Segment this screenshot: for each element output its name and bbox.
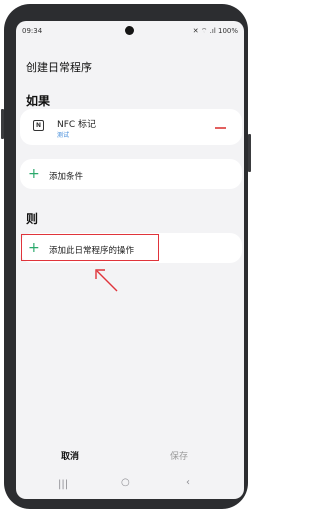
- status-bar: 09:34 ✕ ⌔ .ıl 100%: [16, 21, 244, 39]
- recents-icon[interactable]: |||: [58, 479, 68, 490]
- back-icon[interactable]: ‹: [186, 477, 190, 488]
- add-icon: +: [28, 166, 40, 182]
- status-indicators: ✕ ⌔ .ıl 100%: [192, 27, 238, 35]
- highlight-box: [21, 234, 159, 261]
- condition-subtitle: 测试: [57, 132, 70, 139]
- cancel-button[interactable]: 取消: [61, 449, 79, 462]
- add-condition-label: 添加条件: [49, 172, 84, 182]
- nfc-condition-card[interactable]: N NFC 标记 测试: [20, 109, 242, 145]
- arrow-annotation: [95, 269, 118, 292]
- home-icon[interactable]: ○: [121, 477, 130, 488]
- add-condition-row[interactable]: + 添加条件: [20, 159, 242, 189]
- status-time: 09:34: [22, 27, 43, 35]
- nfc-icon: N: [33, 120, 44, 131]
- screen: 09:34 ✕ ⌔ .ıl 100% 创建日常程序 如果 N NFC 标记 测试…: [16, 21, 244, 499]
- page-title: 创建日常程序: [26, 61, 92, 74]
- navigation-bar: ||| ○ ‹: [16, 476, 244, 496]
- then-heading: 则: [26, 212, 39, 226]
- condition-name: NFC 标记: [57, 120, 97, 130]
- volume-button: [1, 109, 4, 139]
- camera-cutout: [125, 26, 134, 35]
- if-heading: 如果: [26, 94, 51, 108]
- remove-condition-icon[interactable]: [215, 127, 226, 129]
- save-button[interactable]: 保存: [170, 449, 188, 462]
- power-button: [248, 134, 251, 172]
